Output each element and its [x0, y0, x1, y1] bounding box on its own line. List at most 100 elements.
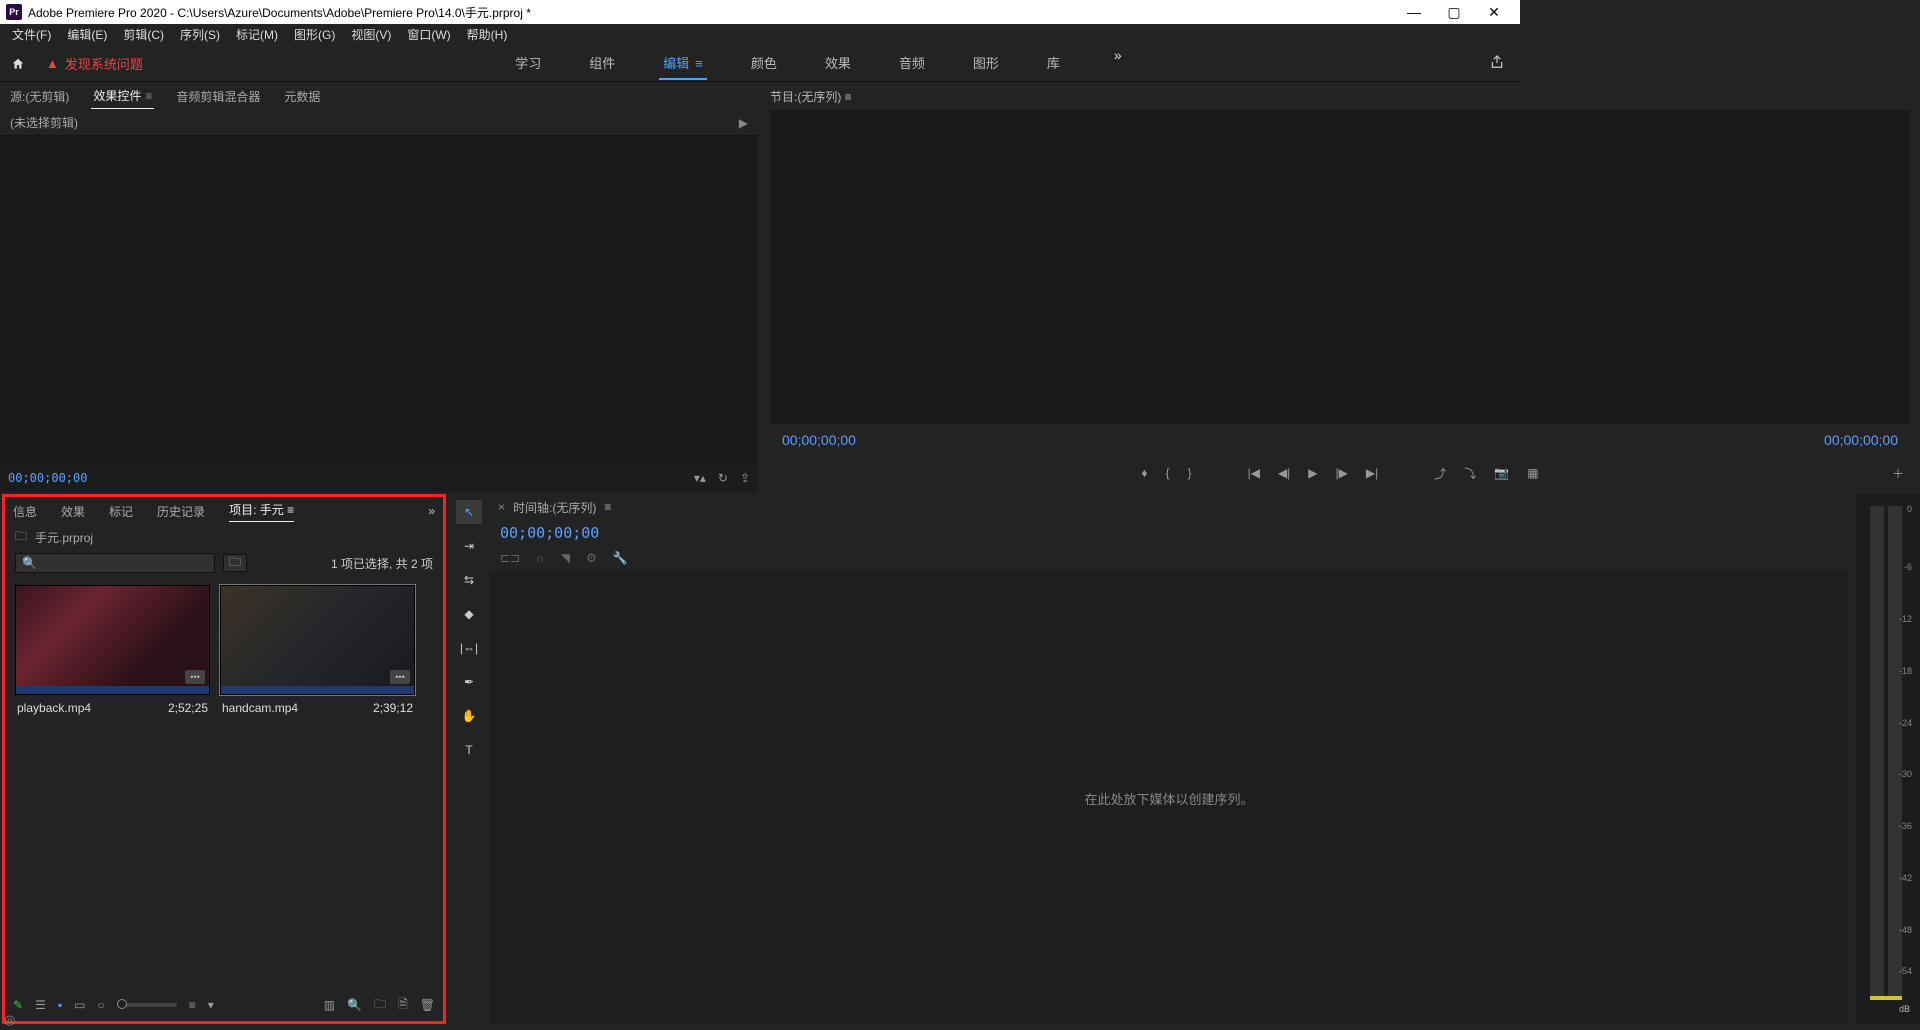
- panel-menu-icon[interactable]: ≡: [287, 503, 294, 517]
- add-marker-icon[interactable]: ◥: [561, 551, 570, 565]
- tab-audio-clip-mixer[interactable]: 音频剪辑混合器: [174, 84, 262, 109]
- wrench-icon[interactable]: 🔧: [613, 551, 628, 565]
- step-back-button[interactable]: ◀|: [1278, 466, 1290, 480]
- play-button[interactable]: ▶: [1308, 466, 1317, 480]
- meter-peak-bar: [1870, 996, 1902, 1000]
- export-frame-icon[interactable]: ⇪: [740, 471, 750, 485]
- workspace-tab-editing[interactable]: 编辑≡: [659, 47, 707, 80]
- project-search-input[interactable]: 🔍: [15, 553, 215, 573]
- slip-tool[interactable]: |⇔|: [456, 636, 482, 660]
- clip-thumbnail[interactable]: •••: [220, 585, 415, 695]
- icon-view-button[interactable]: ▪: [58, 998, 62, 1012]
- clip-scrub-bar[interactable]: [16, 686, 209, 694]
- tab-markers[interactable]: 标记: [109, 503, 133, 520]
- search-bin-button[interactable]: 🗀: [223, 554, 247, 572]
- menu-marker[interactable]: 标记(M): [228, 24, 286, 46]
- clip-item[interactable]: ••• playback.mp4 2;52;25: [15, 585, 210, 721]
- new-bin-button[interactable]: 🗀: [374, 995, 386, 1016]
- export-frame-button[interactable]: 📷: [1494, 466, 1509, 480]
- menu-file[interactable]: 文件(F): [4, 24, 59, 46]
- window-minimize-button[interactable]: —: [1394, 0, 1434, 24]
- program-timecode-right[interactable]: 00;00;00;00: [1824, 432, 1898, 448]
- delete-button[interactable]: 🗑: [420, 998, 435, 1012]
- timeline-settings-icon[interactable]: ⚙: [586, 551, 597, 565]
- hand-tool[interactable]: ✋: [456, 704, 482, 728]
- workspace-tab-audio[interactable]: 音频: [895, 47, 929, 80]
- clip-thumbnail[interactable]: •••: [15, 585, 210, 695]
- loop-icon[interactable]: ↻: [718, 471, 728, 485]
- workspace-tab-libraries[interactable]: 库: [1043, 47, 1064, 80]
- sort-button[interactable]: ≡: [189, 998, 196, 1012]
- freeform-view-button[interactable]: ▭: [74, 998, 85, 1012]
- go-to-in-button[interactable]: |◀: [1248, 466, 1260, 480]
- workspace-tab-graphics[interactable]: 图形: [969, 47, 1003, 80]
- lift-button[interactable]: ⤴: [1434, 465, 1446, 482]
- panel-menu-icon[interactable]: ≡: [604, 500, 611, 514]
- pen-tool[interactable]: ✒: [456, 670, 482, 694]
- tab-history[interactable]: 历史记录: [157, 503, 205, 520]
- tab-effects[interactable]: 效果: [61, 503, 85, 520]
- project-writable-icon[interactable]: ✎: [13, 998, 23, 1012]
- tab-source[interactable]: 源:(无剪辑): [8, 84, 71, 109]
- source-timecode[interactable]: 00;00;00;00: [8, 471, 87, 485]
- timeline-drop-area[interactable]: 在此处放下媒体以创建序列。: [490, 572, 1848, 1024]
- panel-menu-icon[interactable]: ≡: [845, 90, 852, 104]
- menu-view[interactable]: 视图(V): [343, 24, 399, 46]
- close-tab-icon[interactable]: ×: [498, 500, 505, 514]
- menu-graphics[interactable]: 图形(G): [286, 24, 343, 46]
- add-marker-button[interactable]: ♦: [1141, 466, 1147, 480]
- extract-button[interactable]: ⤵: [1464, 465, 1476, 482]
- home-button[interactable]: [0, 57, 36, 71]
- system-warning[interactable]: ▲ 发现系统问题: [36, 54, 153, 73]
- menu-clip[interactable]: 剪辑(C): [115, 24, 172, 46]
- menu-sequence[interactable]: 序列(S): [172, 24, 228, 46]
- tab-effect-controls[interactable]: 效果控件≡: [91, 83, 154, 109]
- comparison-view-button[interactable]: ▦: [1527, 466, 1538, 480]
- workspace-tab-assembly[interactable]: 组件: [585, 47, 619, 80]
- creative-cloud-icon[interactable]: ◎: [4, 1012, 15, 1028]
- tools-panel: ↖ ⇥ ⇆ ◆ |⇔| ✒ ✋ T: [450, 494, 488, 1024]
- snap-icon[interactable]: ⊏⊐: [500, 551, 520, 565]
- mark-in-button[interactable]: {: [1166, 466, 1170, 480]
- find-button[interactable]: 🔍: [347, 998, 362, 1012]
- razor-tool[interactable]: ◆: [456, 602, 482, 626]
- timeline-timecode[interactable]: 00;00;00;00: [490, 520, 1848, 546]
- automate-to-sequence-button[interactable]: ▥: [324, 998, 335, 1012]
- linked-selection-icon[interactable]: ∩: [536, 551, 545, 565]
- step-forward-button[interactable]: |▶: [1336, 466, 1348, 480]
- thumbnail-zoom-slider[interactable]: [117, 1003, 177, 1007]
- tab-info[interactable]: 信息: [13, 503, 37, 520]
- workspace-tab-color[interactable]: 颜色: [747, 47, 781, 80]
- mark-out-button[interactable]: }: [1188, 466, 1192, 480]
- panel-menu-icon[interactable]: ≡: [145, 89, 152, 103]
- button-editor[interactable]: ＋: [1892, 465, 1904, 482]
- menu-help[interactable]: 帮助(H): [459, 24, 516, 46]
- new-item-button[interactable]: 🗎: [398, 995, 408, 1016]
- meter-unit-label: dB: [1899, 1004, 1910, 1014]
- workspace-tab-effects[interactable]: 效果: [821, 47, 855, 80]
- menu-window[interactable]: 窗口(W): [399, 24, 458, 46]
- menu-edit[interactable]: 编辑(E): [59, 24, 115, 46]
- window-close-button[interactable]: ✕: [1474, 0, 1514, 24]
- clip-scrub-bar[interactable]: [221, 686, 414, 694]
- clip-selector[interactable]: (未选择剪辑) ▶: [0, 110, 758, 136]
- share-button[interactable]: [1490, 55, 1504, 72]
- tab-metadata[interactable]: 元数据: [282, 84, 322, 109]
- filter-icon[interactable]: ▾▴: [694, 471, 706, 485]
- tabs-overflow-button[interactable]: »: [428, 504, 435, 518]
- tab-timeline[interactable]: 时间轴:(无序列): [513, 499, 596, 516]
- sort-direction-button[interactable]: ▾: [208, 998, 214, 1012]
- tab-project[interactable]: 项目: 手元 ≡: [229, 501, 294, 522]
- type-tool[interactable]: T: [456, 738, 482, 762]
- window-maximize-button[interactable]: ▢: [1434, 0, 1474, 24]
- workspace-overflow-button[interactable]: »: [1104, 47, 1132, 80]
- list-view-button[interactable]: ☰: [35, 998, 46, 1012]
- track-select-tool[interactable]: ⇥: [456, 534, 482, 558]
- workspace-tab-learn[interactable]: 学习: [511, 47, 545, 80]
- selection-tool[interactable]: ↖: [456, 500, 482, 524]
- tab-program[interactable]: 节目:(无序列) ≡: [770, 88, 852, 105]
- clip-item[interactable]: ••• handcam.mp4 2;39;12: [220, 585, 415, 721]
- go-to-out-button[interactable]: ▶|: [1366, 466, 1378, 480]
- ripple-edit-tool[interactable]: ⇆: [456, 568, 482, 592]
- program-timecode-left[interactable]: 00;00;00;00: [782, 432, 856, 448]
